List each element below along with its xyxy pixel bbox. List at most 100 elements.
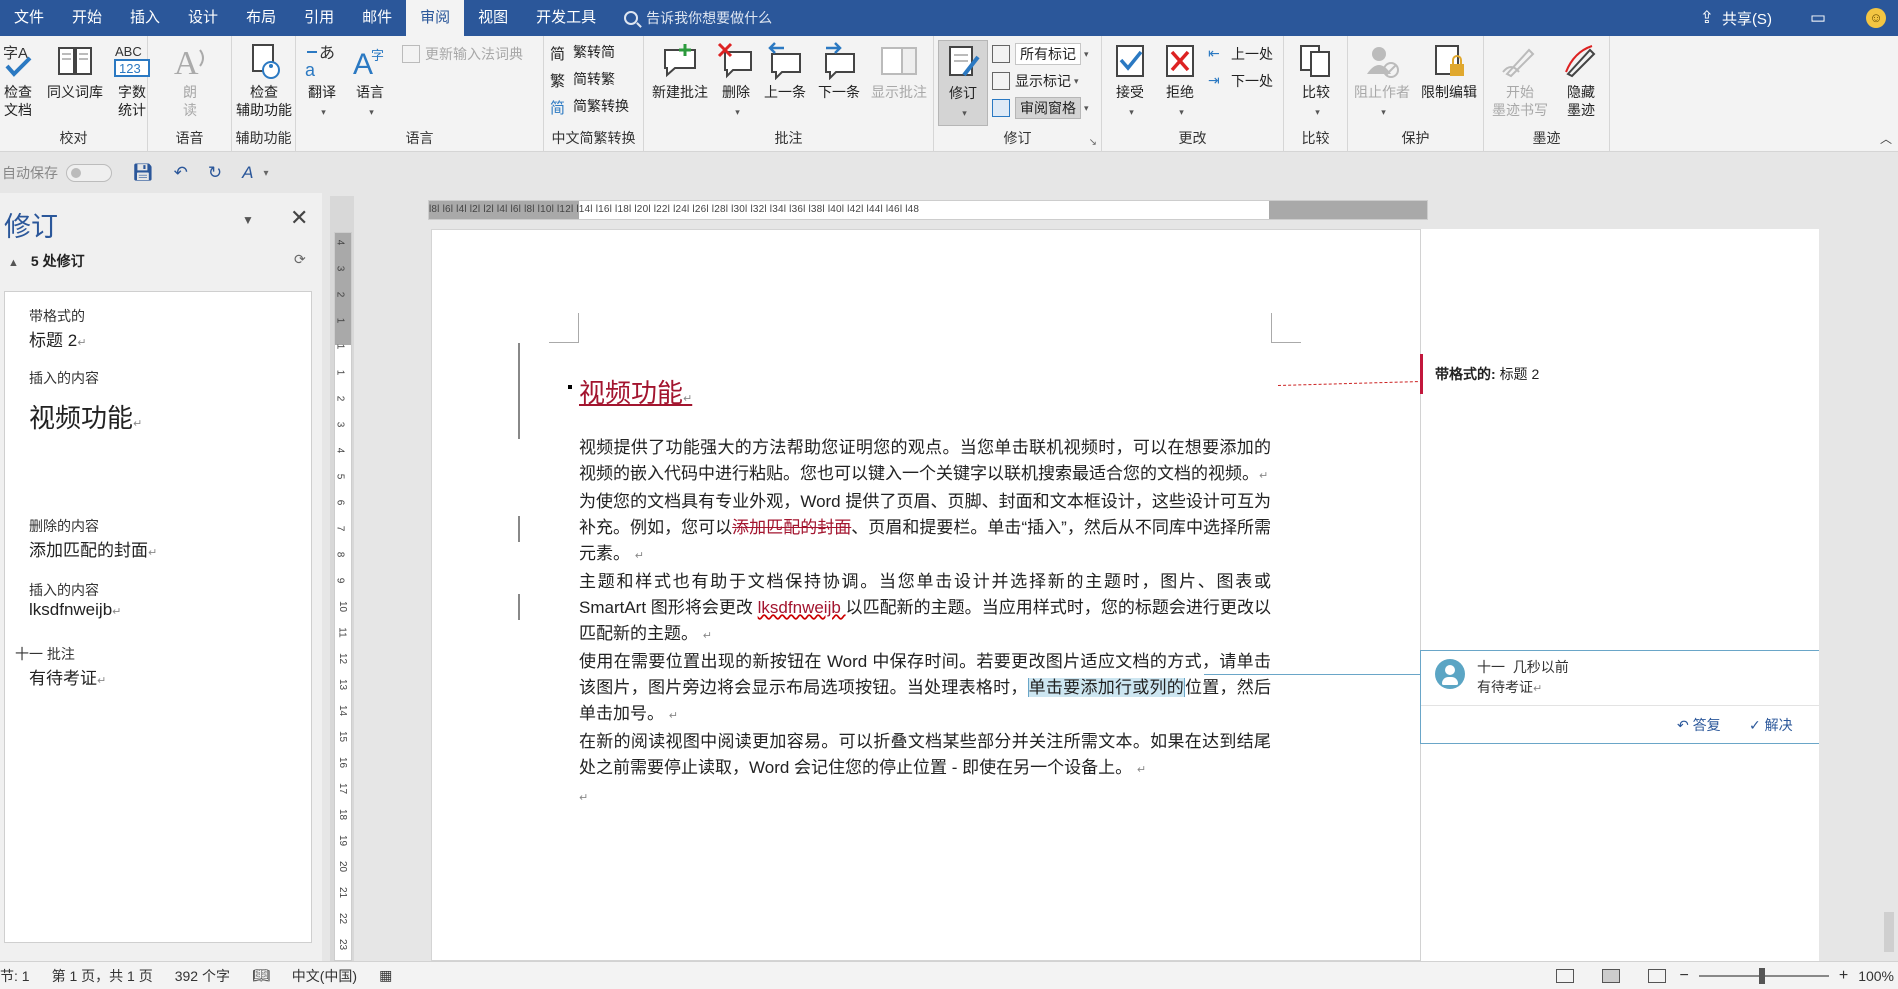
chinese-conversion-button[interactable]: 简 简繁转换: [550, 94, 629, 118]
revision-text[interactable]: 添加匹配的封面↵: [29, 536, 157, 561]
section-indicator[interactable]: 节: 1: [0, 966, 30, 986]
document-heading[interactable]: 视频功能↵: [568, 373, 692, 410]
translate-button[interactable]: あa 翻译 ▾: [302, 42, 342, 121]
tell-me-search[interactable]: 告诉我你想要做什么: [624, 8, 772, 28]
language-indicator[interactable]: 中文(中国): [292, 966, 357, 986]
vertical-scrollbar[interactable]: [1880, 152, 1898, 961]
refresh-icon[interactable]: ⟳: [294, 251, 306, 268]
revision-count[interactable]: ▲ 5 处修订: [8, 251, 85, 271]
next-change-button[interactable]: ⇥ 下一处: [1208, 69, 1273, 93]
thesaurus-button[interactable]: 同义词库: [42, 42, 108, 101]
page-indicator[interactable]: 第 1 页，共 1 页: [52, 966, 153, 986]
web-layout-icon[interactable]: [1647, 969, 1666, 983]
tab-insert[interactable]: 插入: [116, 0, 174, 36]
tab-design[interactable]: 设计: [174, 0, 232, 36]
close-icon[interactable]: ✕: [290, 205, 308, 231]
previous-comment-button[interactable]: 上一条: [760, 42, 810, 101]
start-inking-button[interactable]: 开始 墨迹书写: [1488, 42, 1552, 119]
read-mode-icon[interactable]: [1555, 969, 1574, 983]
zoom-level[interactable]: 100%: [1858, 968, 1894, 984]
deleted-text[interactable]: 添加匹配的封面: [732, 518, 851, 537]
read-aloud-button[interactable]: A 朗 读: [172, 42, 208, 119]
tab-view[interactable]: 视图: [464, 0, 522, 36]
check-accessibility-button[interactable]: 检查 辅助功能: [232, 42, 296, 119]
markup-display-dropdown[interactable]: 所有标记 ▾: [992, 42, 1089, 66]
simp-to-trad-button[interactable]: 繁 简转繁: [550, 67, 615, 91]
ruler-number: 5: [334, 473, 346, 480]
format-painter-icon[interactable]: A: [242, 163, 253, 183]
collapse-ribbon-icon[interactable]: ︿: [1880, 130, 1892, 147]
share-button[interactable]: ⇪ 共享(S): [1700, 8, 1772, 29]
svg-text:ABC: ABC: [115, 44, 142, 59]
format-balloon[interactable]: 带格式的: 标题 2: [1420, 354, 1620, 394]
smiley-icon[interactable]: ☺: [1866, 8, 1886, 28]
show-markup-button[interactable]: 显示标记 ▾: [992, 69, 1079, 93]
zoom-slider[interactable]: [1698, 968, 1829, 984]
hide-ink-button[interactable]: 隐藏 墨迹: [1554, 42, 1608, 119]
accept-button[interactable]: 接受 ▾: [1108, 42, 1152, 121]
commented-text[interactable]: 单击要添加行或列的: [1027, 678, 1185, 697]
revision-text[interactable]: 视频功能↵: [29, 398, 142, 435]
reject-button[interactable]: 拒绝 ▾: [1158, 42, 1202, 121]
save-icon[interactable]: 💾︎: [132, 163, 154, 183]
ruler-number: 9: [334, 577, 346, 584]
autosave-toggle[interactable]: [66, 164, 112, 182]
tab-file[interactable]: 文件: [0, 0, 58, 36]
restrict-editing-button[interactable]: 限制编辑: [1416, 42, 1482, 101]
horizontal-ruler[interactable]: l8l l6l l4l l2l l2l l4l l6l l8l l10l l12…: [428, 200, 1428, 220]
word-count-indicator[interactable]: 392 个字: [175, 966, 230, 986]
ruler-number: 22: [337, 912, 349, 925]
track-changes-button[interactable]: 修订 ▾: [938, 40, 988, 126]
customize-toolbar-icon[interactable]: ▾: [263, 168, 268, 179]
undo-icon[interactable]: ↶: [174, 163, 188, 183]
redo-icon[interactable]: ↻: [208, 163, 222, 183]
previous-change-button[interactable]: ⇤ 上一处: [1208, 42, 1273, 66]
word-count-button[interactable]: ABC 123 字数 统计: [112, 42, 152, 119]
revisions-list: 带格式的 标题 2↵ 插入的内容 视频功能↵ 删除的内容 添加匹配的封面↵ 插入…: [4, 291, 312, 943]
dialog-launcher-icon[interactable]: ↘: [1089, 137, 1097, 148]
show-comments-button[interactable]: 显示批注: [866, 42, 932, 101]
trad-to-simp-button[interactable]: 简 繁转简: [550, 40, 615, 64]
revision-text[interactable]: lksdfnweijb↵: [29, 600, 121, 620]
print-layout-icon[interactable]: [1601, 969, 1620, 983]
dictionary-icon: [402, 45, 420, 63]
next-comment-button[interactable]: 下一条: [814, 42, 864, 101]
svg-text:A: A: [174, 45, 199, 80]
macro-icon[interactable]: ▦: [379, 967, 392, 984]
tab-layout[interactable]: 布局: [232, 0, 290, 36]
tab-references[interactable]: 引用: [290, 0, 348, 36]
group-label-language: 语言: [405, 130, 434, 146]
ruler-number: 16: [337, 756, 349, 769]
pane-options-icon[interactable]: ▼: [242, 213, 254, 227]
reply-button[interactable]: ↶ 答复: [1677, 715, 1721, 735]
revision-text[interactable]: 有待考证↵: [29, 664, 106, 689]
new-comment-button[interactable]: 新建批注: [648, 42, 712, 101]
proofing-icon[interactable]: 📖︎: [252, 967, 270, 984]
inserted-text[interactable]: lksdfnweijb: [758, 598, 846, 617]
ruler-number: 13: [337, 678, 349, 691]
group-label-speech: 语音: [175, 130, 204, 146]
revision-text[interactable]: 标题 2↵: [29, 326, 86, 351]
comment-text[interactable]: 有待考证↵: [1477, 677, 1542, 697]
update-ime-dictionary-button[interactable]: 更新输入法词典: [402, 42, 523, 66]
delete-comment-button[interactable]: 删除 ▾: [716, 42, 756, 121]
language-button[interactable]: A字 语言 ▾: [348, 42, 392, 121]
comments-icon[interactable]: ▭: [1810, 8, 1826, 28]
resolve-button[interactable]: ✓ 解决: [1749, 715, 1793, 735]
word-count-icon: ABC 123: [114, 44, 150, 77]
document-body[interactable]: 视频提供了功能强大的方法帮助您证明您的观点。当您单击联机视频时，可以在想要添加的…: [579, 435, 1271, 811]
comment-balloon[interactable]: 十一 几秒以前 有待考证↵ ↶ 答复 ✓ 解决: [1420, 650, 1819, 744]
tab-review[interactable]: 审阅: [406, 0, 465, 36]
svg-text:字: 字: [371, 49, 384, 64]
compare-button[interactable]: 比较 ▾: [1294, 42, 1338, 121]
tab-mailings[interactable]: 邮件: [348, 0, 406, 36]
tab-home[interactable]: 开始: [58, 0, 116, 36]
reviewing-pane-button[interactable]: 审阅窗格 ▾: [992, 96, 1089, 120]
check-document-button[interactable]: 字A 检查 文档: [0, 42, 36, 119]
zoom-out-icon[interactable]: −: [1680, 967, 1689, 985]
zoom-in-icon[interactable]: +: [1839, 967, 1848, 985]
tab-developer[interactable]: 开发工具: [522, 0, 610, 36]
block-authors-button[interactable]: 阻止作者 ▾: [1350, 42, 1414, 121]
ruler-number: 23: [337, 938, 349, 951]
vertical-ruler[interactable]: 4 3 2 1 1 1 2 3 4 5 6 7 8 9 10 11 12 13 14 15 16 17 18 19 20 21 22…: [334, 232, 352, 961]
